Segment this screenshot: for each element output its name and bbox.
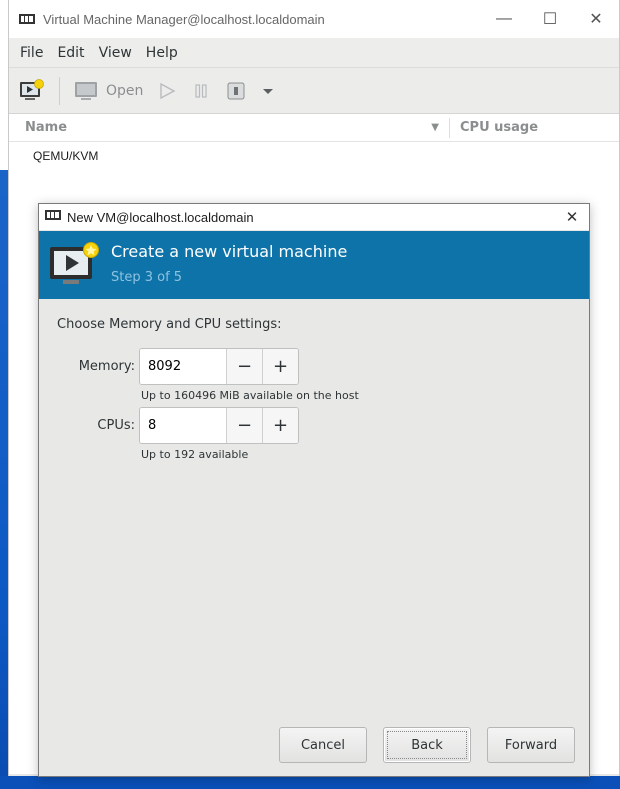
cancel-button[interactable]: Cancel [279,727,367,763]
maximize-button[interactable]: ☐ [527,0,573,38]
vmm-app-icon [19,13,35,25]
dialog-close-button[interactable]: ✕ [555,208,589,226]
close-button[interactable]: ✕ [573,0,619,38]
menu-edit[interactable]: Edit [50,45,91,61]
vmm-app-icon [45,209,61,225]
wizard-step: Step 3 of 5 [111,270,183,285]
open-label: Open [106,82,144,99]
memory-increment-button[interactable]: + [262,348,298,384]
new-vm-dialog: New VM@localhost.localdomain ✕ Create a … [38,203,590,777]
menu-help[interactable]: Help [139,45,185,61]
play-icon [160,82,176,99]
vm-list-header: Name ▼ CPU usage [9,114,619,142]
cpus-row: CPUs: 8 − + [57,406,589,444]
cpus-decrement-button[interactable]: − [226,407,262,443]
shutdown-icon [227,82,245,99]
wizard-title: Create a new virtual machine [111,242,348,261]
run-button[interactable] [157,81,177,101]
toolbar-separator [59,76,60,105]
sort-down-icon: ▼ [431,122,439,133]
connection-row[interactable]: QEMU/KVM [9,142,619,170]
cpus-hint: Up to 192 available [141,448,249,461]
memory-hint: Up to 160496 MiB available on the host [141,389,359,402]
menu-file[interactable]: File [13,45,50,61]
minimize-button[interactable]: — [481,0,527,38]
window-titlebar[interactable]: Virtual Machine Manager@localhost.locald… [9,0,619,38]
dialog-button-bar: Cancel Back Forward [263,727,575,763]
cpus-spinbox: 8 − + [139,406,299,444]
column-cpu-usage[interactable]: CPU usage [450,120,538,135]
dialog-title: New VM@localhost.localdomain [67,209,254,225]
cpus-label: CPUs: [97,417,135,433]
new-vm-icon [49,241,101,289]
open-button[interactable]: Open [74,80,143,102]
memory-decrement-button[interactable]: − [226,348,262,384]
shutdown-menu-button[interactable] [261,84,275,98]
wizard-banner: Create a new virtual machine Step 3 of 5 [39,231,589,299]
cpus-increment-button[interactable]: + [262,407,298,443]
memory-row: Memory: 8092 − + [57,347,589,385]
cpus-input[interactable]: 8 [140,407,226,443]
section-label: Choose Memory and CPU settings: [57,317,282,332]
forward-button[interactable]: Forward [487,727,575,763]
menubar: File Edit View Help [9,38,619,68]
shutdown-button[interactable] [225,81,247,101]
chevron-down-icon [263,88,274,94]
monitor-icon [75,81,97,100]
pause-icon [195,83,208,98]
column-name-label: Name [25,120,68,135]
menu-view[interactable]: View [92,45,139,61]
memory-label: Memory: [78,358,135,374]
toolbar: Open [9,68,619,114]
window-title: Virtual Machine Manager@localhost.locald… [43,11,325,27]
new-vm-icon [20,78,44,100]
desktop-background [0,776,620,789]
back-button[interactable]: Back [383,727,471,763]
memory-input[interactable]: 8092 [140,348,226,384]
pause-button[interactable] [191,81,211,101]
wizard-body: Choose Memory and CPU settings: Memory: … [39,299,589,777]
memory-spinbox: 8092 − + [139,347,299,385]
new-vm-button[interactable] [19,78,45,103]
dialog-titlebar[interactable]: New VM@localhost.localdomain ✕ [39,204,589,231]
column-name[interactable]: Name ▼ [9,120,449,135]
